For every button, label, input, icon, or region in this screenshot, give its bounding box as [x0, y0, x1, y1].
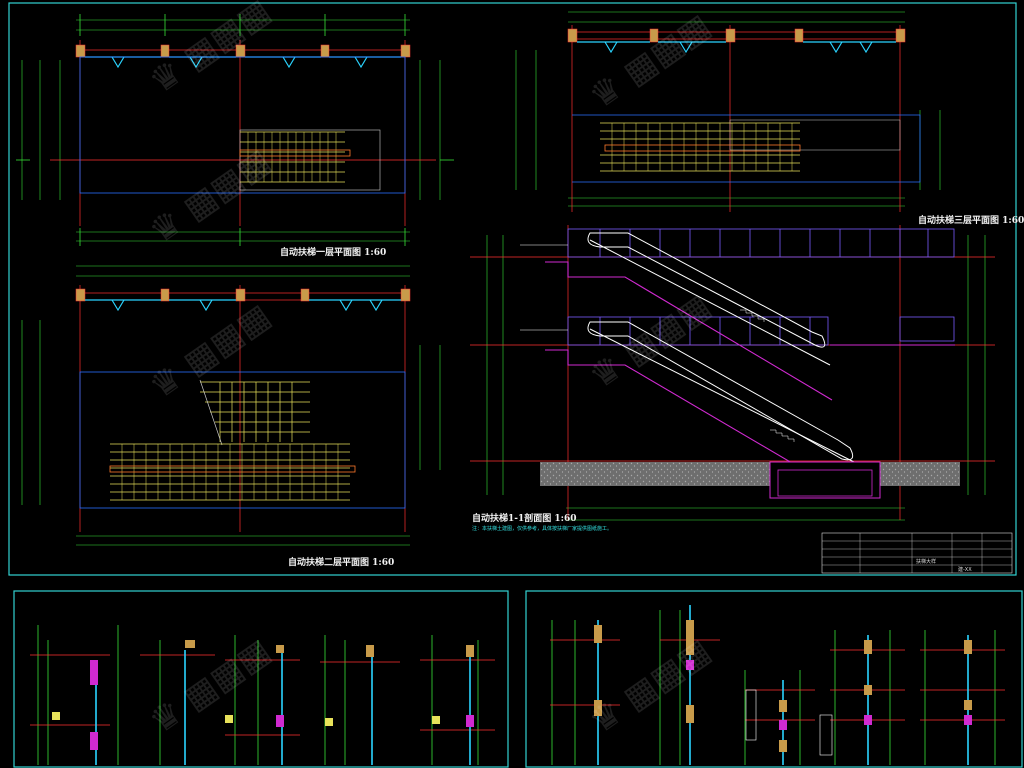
title-block-sheet-label: 扶梯大样: [916, 559, 937, 565]
logo-watermark: ♛ ▦▦▦ ♛ ▦▦▦ ♛ ▦▦▦ ♛ ▦▦▦ ♛ ▦▦▦ ♛ ▦▦▦ ♛ ▦▦…: [142, 0, 718, 742]
title-block: [821, 532, 1013, 574]
plan-second-floor: [21, 265, 441, 546]
view-title-plan-1: 自动扶梯一层平面图 1:60: [280, 248, 387, 258]
title-block-sheet-number: 建-XX: [958, 567, 972, 573]
svg-text:♛ ▦▦▦: ♛ ▦▦▦: [582, 631, 718, 743]
frame-detail-left: [13, 590, 509, 768]
svg-text:♛ ▦▦▦: ♛ ▦▦▦: [582, 6, 718, 118]
view-title-plan-2: 自动扶梯二层平面图 1:60: [288, 558, 395, 568]
section-1-1: [470, 225, 995, 521]
view-title-plan-3: 自动扶梯三层平面图 1:60: [918, 216, 1024, 226]
view-title-section: 自动扶梯1-1剖面图 1:60: [472, 514, 577, 524]
frame-detail-right: [525, 590, 1023, 768]
svg-text:♛ ▦▦▦: ♛ ▦▦▦: [142, 631, 278, 743]
svg-text:♛ ▦▦▦: ♛ ▦▦▦: [582, 286, 718, 398]
svg-text:♛ ▦▦▦: ♛ ▦▦▦: [142, 296, 278, 408]
plan-third-floor: [515, 11, 941, 212]
svg-text:♛ ▦▦▦: ♛ ▦▦▦: [142, 141, 278, 253]
section-note: 注：本扶梯土建图，仅供参考，具体按扶梯厂家提供图纸施工。: [472, 526, 613, 532]
cad-drawing: ♛ ▦▦▦ ♛ ▦▦▦ ♛ ▦▦▦ ♛ ▦▦▦ ♛ ▦▦▦ ♛ ▦▦▦ ♛ ▦▦…: [8, 0, 1023, 768]
